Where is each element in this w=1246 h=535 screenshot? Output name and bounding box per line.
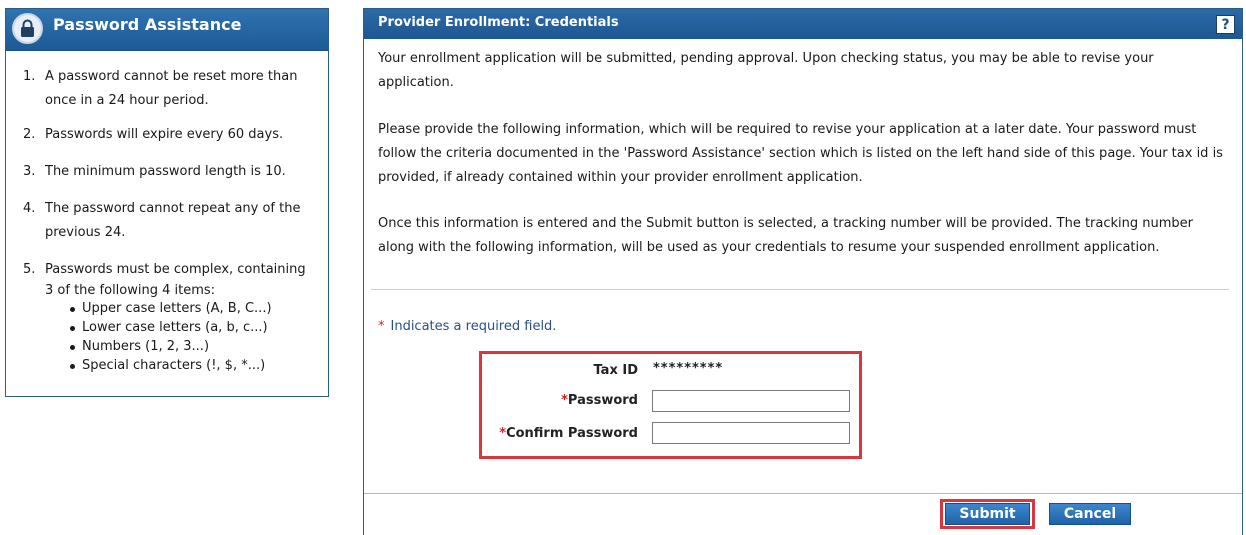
rule-number: 3. [23,164,36,179]
required-star: * [561,393,568,408]
rule-text: Passwords will expire every 60 days. [45,127,284,142]
confirm-password-label: *Confirm Password [499,426,638,441]
rule-text: Passwords must be complex, containing 3 … [45,262,306,298]
required-note-text: Indicates a required field. [390,319,557,334]
rule-number: 4. [23,201,36,216]
sub-list-item: Numbers (1, 2, 3...) [70,337,320,356]
tax-id-value: ********* [653,361,724,376]
rule-number: 2. [23,127,36,142]
password-assistance-panel: Password Assistance 1. A password cannot… [5,8,329,397]
confirm-password-input[interactable] [652,422,850,444]
section-divider [371,289,1229,290]
provider-enrollment-panel: Provider Enrollment: Credentials ? Your … [363,8,1243,535]
intro-paragraph: Your enrollment application will be subm… [378,51,1154,90]
rule-number: 1. [23,69,36,84]
sub-list-item: Lower case letters (a, b, c...) [70,318,320,337]
submit-button[interactable]: Submit [945,503,1030,525]
rule-text: The minimum password length is 10. [45,164,286,179]
required-star: * [378,319,385,334]
sub-list-item: Upper case letters (A, B, C...) [70,299,320,318]
password-assistance-header: Password Assistance [6,9,328,51]
password-label: *Password [561,393,638,408]
complexity-sub-list: Upper case letters (A, B, C...) Lower ca… [70,299,320,375]
tax-id-label: Tax ID [593,363,638,378]
rule-text: The password cannot repeat any of the pr… [45,201,301,240]
tracking-paragraph: Once this information is entered and the… [378,216,1194,255]
rule-number: 5. [23,262,36,277]
password-input[interactable] [652,390,850,412]
lock-icon [12,13,43,44]
cancel-button[interactable]: Cancel [1049,503,1131,525]
footer-divider [364,493,1242,494]
instructions-paragraph: Please provide the following information… [378,122,1223,185]
provider-enrollment-header: Provider Enrollment: Credentials ? [364,9,1242,39]
help-button[interactable]: ? [1216,15,1235,34]
rule-text: A password cannot be reset more than onc… [45,69,298,108]
sub-list-item: Special characters (!, $, *...) [70,356,320,375]
provider-enrollment-title: Provider Enrollment: Credentials [378,15,619,30]
password-assistance-title: Password Assistance [53,15,242,34]
required-field-note: * Indicates a required field. [378,319,556,334]
